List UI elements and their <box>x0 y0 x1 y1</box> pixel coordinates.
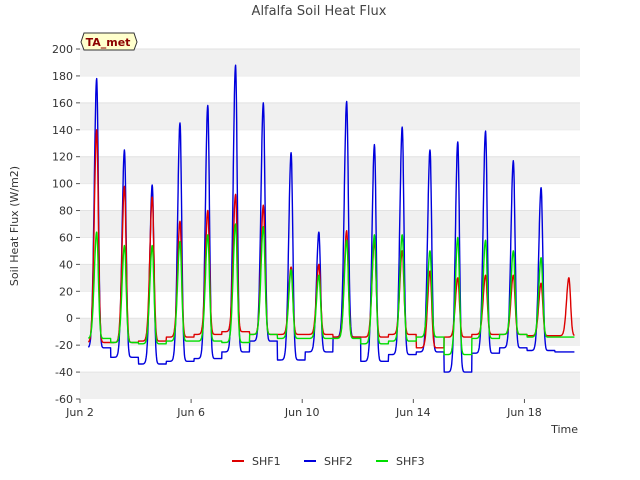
y-tick-label: 0 <box>66 312 73 325</box>
y-tick-label: 120 <box>52 151 73 164</box>
ta-met-badge: TA_met <box>80 32 138 51</box>
legend-item-shf2: SHF2 <box>304 455 353 468</box>
x-tick-label: Jun 14 <box>395 406 431 419</box>
legend: SHF1 SHF2 SHF3 <box>232 455 425 468</box>
legend-item-shf3: SHF3 <box>376 455 425 468</box>
y-tick-label: 100 <box>52 178 73 191</box>
chart: Alfalfa Soil Heat Flux -60 -40 -20 0 20 40 60 8… <box>8 4 580 468</box>
y-tick-label: 180 <box>52 70 73 83</box>
grid-band <box>80 210 580 238</box>
y-tick-label: 80 <box>59 205 73 218</box>
y-tick-label: 140 <box>52 124 73 137</box>
y-tick-label: 20 <box>59 285 73 298</box>
x-axis-label: Time <box>550 423 578 436</box>
legend-label: SHF2 <box>324 455 353 468</box>
grid-band <box>80 156 580 184</box>
grid-band <box>80 102 580 130</box>
y-tick-label: -20 <box>55 339 73 352</box>
legend-item-shf1: SHF1 <box>232 455 281 468</box>
legend-label: SHF3 <box>396 455 425 468</box>
y-axis-label: Soil Heat Flux (W/m2) <box>8 166 21 286</box>
x-tick-label: Jun 2 <box>65 406 94 419</box>
x-tick-label: Jun 10 <box>284 406 320 419</box>
y-tick-label: -60 <box>55 393 73 406</box>
x-tick-label: Jun 6 <box>176 406 205 419</box>
chart-title: Alfalfa Soil Heat Flux <box>252 4 387 19</box>
badge-label: TA_met <box>86 36 131 49</box>
grid-band <box>80 49 580 76</box>
y-tick-label: 200 <box>52 43 73 56</box>
y-tick-label: -40 <box>55 366 73 379</box>
y-tick-label: 40 <box>59 258 73 271</box>
y-tick-label: 60 <box>59 231 73 244</box>
x-axis-ticks: Jun 2 Jun 6 Jun 10 Jun 14 Jun 18 <box>65 399 542 419</box>
y-axis-ticks: -60 -40 -20 0 20 40 60 80 100 120 140 160 180 200 <box>52 43 80 406</box>
grid-band <box>80 372 580 399</box>
y-tick-label: 160 <box>52 97 73 110</box>
legend-label: SHF1 <box>252 455 281 468</box>
x-tick-label: Jun 18 <box>506 406 542 419</box>
